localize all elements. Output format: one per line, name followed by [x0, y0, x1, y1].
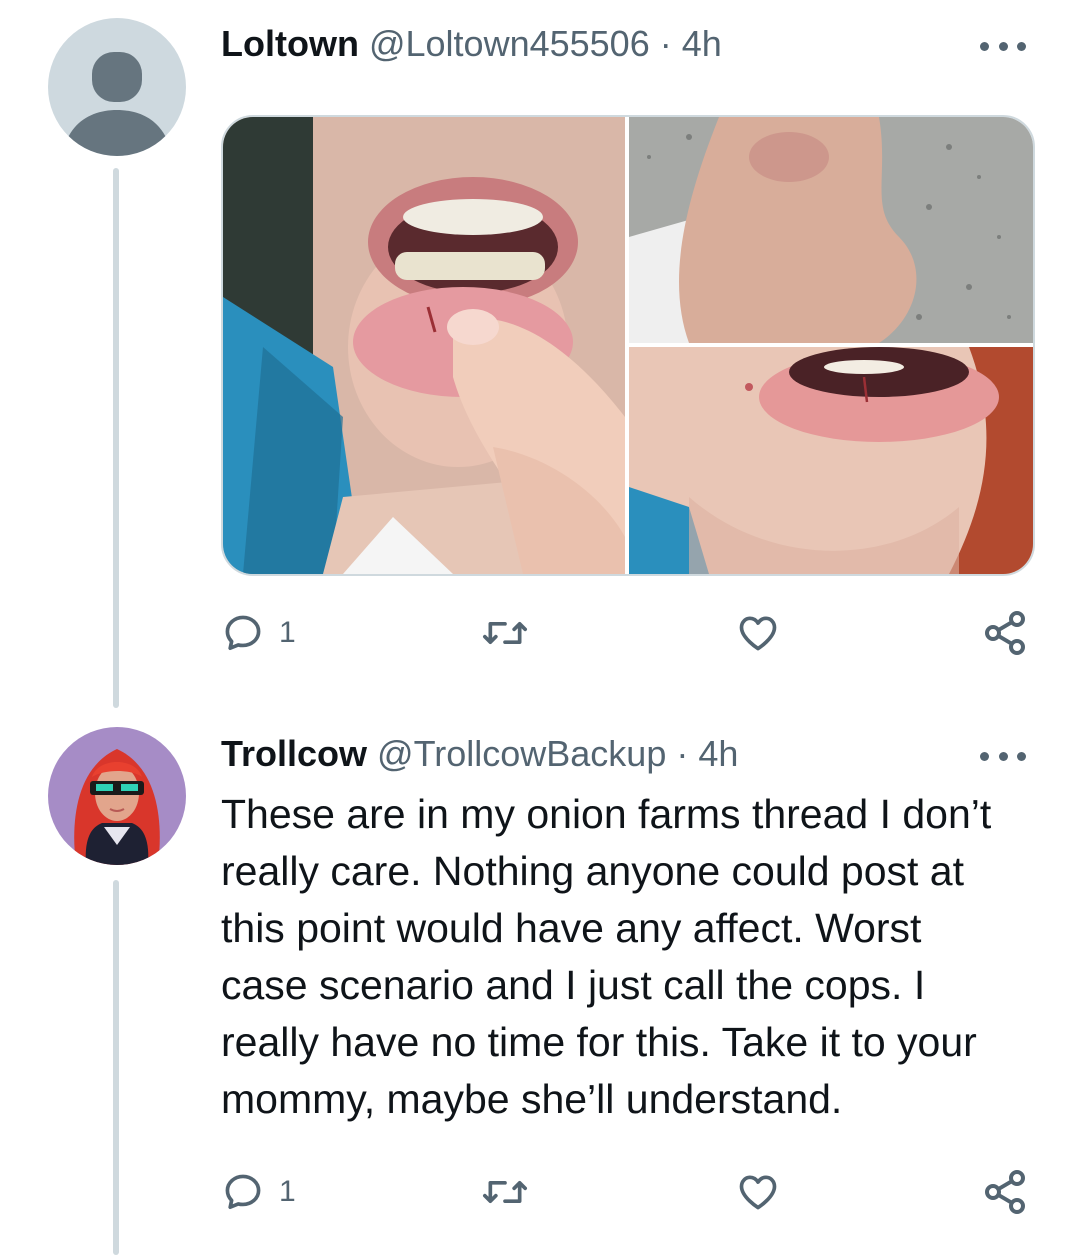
- handle[interactable]: @TrollcowBackup: [377, 733, 666, 774]
- red-hair-sunglasses-avatar-icon: [48, 727, 186, 865]
- like-button[interactable]: [735, 1168, 781, 1216]
- more-options-icon[interactable]: [980, 746, 1026, 766]
- tweet-header: Trollcow @TrollcowBackup · 4h: [221, 732, 1020, 776]
- share-icon: [985, 1170, 1025, 1214]
- heart-icon: [739, 1175, 777, 1210]
- reply-button[interactable]: 1: [221, 609, 296, 657]
- photo-arm-bruise[interactable]: [629, 117, 1033, 343]
- share-button[interactable]: [981, 1168, 1029, 1216]
- retweet-button[interactable]: [479, 1168, 531, 1216]
- retweet-icon: [483, 622, 527, 644]
- retweet-icon: [483, 1181, 527, 1203]
- share-button[interactable]: [981, 609, 1029, 657]
- photo-lip-cut-closeup[interactable]: [629, 347, 1033, 574]
- display-name[interactable]: Trollcow: [221, 733, 367, 774]
- media-grid: [221, 115, 1035, 576]
- tweet-actions: 1: [221, 609, 1031, 657]
- avatar[interactable]: [48, 727, 186, 865]
- display-name[interactable]: Loltown: [221, 23, 359, 64]
- like-button[interactable]: [735, 609, 781, 657]
- avatar[interactable]: [48, 18, 186, 156]
- share-icon: [985, 611, 1025, 655]
- timestamp[interactable]: 4h: [698, 733, 738, 774]
- more-options-icon[interactable]: [980, 36, 1026, 56]
- photo-lip-cut-open-mouth[interactable]: [223, 117, 625, 574]
- tweet-actions: 1: [221, 1168, 1031, 1216]
- thread-connector-line: [113, 880, 119, 1255]
- tweet-header: Loltown @Loltown455506 · 4h: [221, 22, 1020, 66]
- reply-icon: [225, 615, 261, 651]
- heart-icon: [739, 616, 777, 651]
- reply-button[interactable]: 1: [221, 1168, 296, 1216]
- separator: ·: [659, 23, 672, 64]
- reply-icon: [225, 1174, 261, 1210]
- tweet-text: These are in my onion farms thread I don…: [221, 791, 992, 1122]
- reply-count: 1: [279, 1175, 296, 1208]
- retweet-button[interactable]: [479, 609, 531, 657]
- thread-connector-line: [113, 168, 119, 708]
- handle[interactable]: @Loltown455506: [369, 23, 650, 64]
- reply-count: 1: [279, 616, 296, 649]
- default-avatar-icon: [48, 18, 186, 156]
- timestamp[interactable]: 4h: [682, 23, 722, 64]
- separator: ·: [676, 733, 689, 774]
